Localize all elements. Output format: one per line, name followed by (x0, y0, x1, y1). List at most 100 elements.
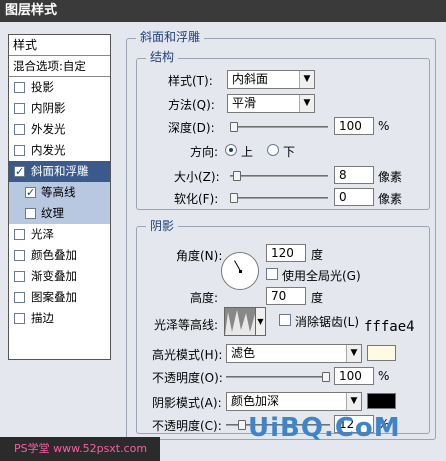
bevel-group-title: 斜面和浮雕 (136, 28, 205, 45)
style-item[interactable]: 光泽 (9, 224, 110, 245)
altitude-label: 高度: (190, 291, 219, 305)
structure-group-title: 结构 (146, 48, 179, 65)
style-item-checkbox[interactable] (14, 124, 25, 135)
highlight-mode-select[interactable]: 滤色 ▼ (226, 344, 362, 363)
style-item-label: 颜色叠加 (31, 248, 77, 262)
shadow-opacity-label: 不透明度(C): (152, 419, 222, 433)
global-light-checkbox[interactable] (266, 268, 278, 280)
style-item[interactable]: 投影 (9, 77, 110, 98)
style-item[interactable]: 渐变叠加 (9, 266, 110, 287)
style-item-label: 描边 (31, 311, 54, 325)
chevron-down-icon: ▼ (346, 345, 361, 362)
style-item[interactable]: 内阴影 (9, 98, 110, 119)
window-titlebar: 图层样式 (0, 0, 446, 22)
style-item-label: 渐变叠加 (31, 269, 77, 283)
styles-list: 样式 混合选项:自定 投影内阴影外发光内发光斜面和浮雕等高线纹理光泽颜色叠加渐变… (8, 34, 111, 360)
direction-up-radio[interactable] (225, 144, 237, 156)
style-item[interactable]: 斜面和浮雕 (9, 161, 110, 182)
highlight-opacity-slider[interactable] (226, 372, 330, 382)
shading-group-title: 阴影 (146, 217, 179, 234)
style-item-label: 图案叠加 (31, 290, 77, 304)
styles-header[interactable]: 样式 (9, 35, 110, 56)
blending-options-item[interactable]: 混合选项:自定 (9, 56, 110, 77)
depth-label: 深度(D): (168, 121, 215, 135)
size-slider-thumb[interactable] (232, 171, 241, 181)
style-item-label: 外发光 (31, 122, 66, 136)
style-item-label: 纹理 (41, 206, 64, 220)
altitude-input[interactable]: 70 (266, 287, 306, 305)
style-item-checkbox[interactable] (14, 229, 25, 240)
style-item-label: 内阴影 (31, 101, 66, 115)
style-item-checkbox[interactable] (14, 313, 25, 324)
shadow-color-swatch[interactable] (367, 393, 396, 409)
angle-unit: 度 (311, 248, 324, 262)
style-item-checkbox[interactable] (14, 161, 25, 182)
shadow-opacity-thumb[interactable] (237, 420, 246, 430)
highlight-color-swatch[interactable] (367, 345, 396, 361)
site-watermark: UiBQ.CoM (248, 413, 401, 443)
highlight-opacity-label: 不透明度(O): (152, 371, 223, 385)
technique-label: 方法(Q): (168, 98, 215, 112)
style-label: 样式(T): (168, 74, 213, 88)
style-item-checkbox[interactable] (14, 271, 25, 282)
chevron-down-icon: ▼ (299, 95, 314, 112)
bottom-logo: PS学堂 www.52psxt.com (0, 437, 160, 461)
style-item-label: 等高线 (41, 185, 76, 199)
shadow-mode-value: 颜色加深 (231, 394, 280, 408)
style-item-label: 内发光 (31, 143, 66, 157)
style-select-value: 内斜面 (232, 72, 269, 86)
angle-center-dot (239, 270, 242, 273)
angle-input[interactable]: 120 (266, 244, 306, 262)
soften-input[interactable]: 0 (334, 188, 374, 206)
chevron-down-icon[interactable]: ▼ (256, 307, 266, 336)
gloss-contour-label: 光泽等高线: (154, 318, 219, 332)
style-item-checkbox[interactable] (25, 208, 36, 219)
altitude-unit: 度 (311, 291, 324, 305)
chevron-down-icon: ▼ (299, 71, 314, 88)
style-select[interactable]: 内斜面 ▼ (227, 70, 315, 89)
style-item[interactable]: 描边 (9, 308, 110, 329)
soften-label: 软化(F): (174, 192, 219, 206)
depth-slider-thumb[interactable] (230, 122, 238, 132)
gloss-contour-preview[interactable] (224, 307, 256, 336)
color-annotation: fffae4 (364, 319, 415, 335)
style-item-checkbox[interactable] (25, 182, 36, 203)
technique-select[interactable]: 平滑 ▼ (227, 94, 315, 113)
size-slider[interactable] (230, 171, 328, 181)
size-input[interactable]: 8 (334, 166, 374, 184)
depth-slider[interactable] (230, 122, 328, 132)
direction-up-label: 上 (241, 145, 254, 159)
style-item-checkbox[interactable] (14, 292, 25, 303)
style-item[interactable]: 外发光 (9, 119, 110, 140)
style-item-label: 斜面和浮雕 (31, 164, 89, 178)
style-item-checkbox[interactable] (14, 250, 25, 261)
style-item-checkbox[interactable] (14, 145, 25, 156)
style-item-checkbox[interactable] (14, 82, 25, 93)
highlight-opacity-input[interactable]: 100 (334, 367, 374, 385)
style-item[interactable]: 内发光 (9, 140, 110, 161)
style-item[interactable]: 颜色叠加 (9, 245, 110, 266)
antialias-checkbox[interactable] (279, 314, 291, 326)
contour-curve-icon (225, 308, 255, 335)
antialias-label: 消除锯齿(L) (295, 315, 360, 329)
angle-dial[interactable] (221, 252, 259, 290)
angle-label: 角度(N): (176, 249, 223, 263)
direction-label: 方向: (190, 145, 219, 159)
direction-down-radio[interactable] (267, 144, 279, 156)
technique-select-value: 平滑 (232, 96, 257, 110)
style-item-checkbox[interactable] (14, 103, 25, 114)
style-item[interactable]: 等高线 (9, 182, 110, 203)
style-item[interactable]: 图案叠加 (9, 287, 110, 308)
shadow-mode-select[interactable]: 颜色加深 ▼ (226, 392, 362, 411)
direction-down-label: 下 (283, 145, 296, 159)
highlight-opacity-thumb[interactable] (322, 372, 330, 382)
style-item-label: 投影 (31, 80, 54, 94)
soften-slider[interactable] (230, 193, 328, 203)
layer-style-dialog: 样式 混合选项:自定 投影内阴影外发光内发光斜面和浮雕等高线纹理光泽颜色叠加渐变… (0, 22, 446, 461)
style-item[interactable]: 纹理 (9, 203, 110, 224)
soften-slider-thumb[interactable] (230, 193, 238, 203)
global-light-label: 使用全局光(G) (282, 269, 361, 283)
depth-input[interactable]: 100 (334, 117, 374, 135)
size-label: 大小(Z): (174, 170, 220, 184)
shadow-mode-label: 阴影模式(A): (152, 396, 222, 410)
